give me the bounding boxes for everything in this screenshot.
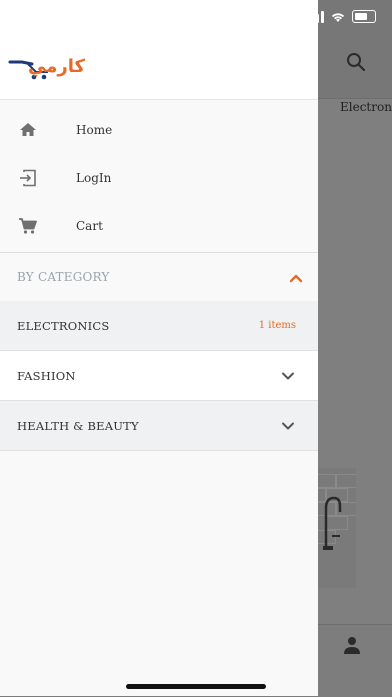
main-menu: Home LogIn Cart	[0, 106, 318, 250]
chevron-down-icon[interactable]	[281, 369, 295, 383]
background-product-image	[318, 468, 356, 588]
background-tab-label[interactable]: Electron	[340, 100, 392, 114]
category-label: FASHION	[17, 369, 76, 383]
menu-item-label: Home	[76, 123, 113, 137]
karmi-logo[interactable]: كارمي	[8, 50, 106, 86]
logo-arabic-text: كارمي	[28, 56, 85, 77]
category-label: HEALTH & BEAUTY	[17, 419, 139, 433]
login-icon	[20, 169, 36, 187]
home-icon	[20, 123, 36, 136]
battery-icon	[352, 10, 376, 23]
wifi-icon	[331, 12, 345, 22]
category-label: ELECTRONICS	[17, 319, 110, 333]
chevron-down-icon[interactable]	[281, 419, 295, 433]
category-item-fashion[interactable]: FASHION	[0, 351, 318, 401]
category-header-label: BY CATEGORY	[17, 270, 110, 284]
home-indicator[interactable]	[126, 684, 266, 689]
menu-item-cart[interactable]: Cart	[0, 202, 318, 250]
menu-item-label: Cart	[76, 219, 103, 233]
background-tab-bar	[318, 624, 392, 697]
search-icon[interactable]	[346, 52, 366, 72]
user-icon[interactable]	[343, 636, 361, 654]
category-section-header[interactable]: BY CATEGORY	[0, 253, 318, 301]
faucet-icon	[323, 496, 342, 550]
category-item-health-beauty[interactable]: HEALTH & BEAUTY	[0, 401, 318, 451]
category-item-electronics[interactable]: ELECTRONICS 1 items	[0, 301, 318, 351]
menu-item-home[interactable]: Home	[0, 106, 318, 154]
status-time: 2:30	[30, 10, 65, 26]
navigation-drawer: 2:30 كارمي Home LogIn Cart BY CATEGORY E…	[0, 0, 318, 696]
menu-item-login[interactable]: LogIn	[0, 154, 318, 202]
cart-icon	[19, 218, 37, 234]
chevron-up-icon	[289, 274, 303, 283]
menu-item-label: LogIn	[76, 171, 112, 185]
drawer-header: 2:30 كارمي	[0, 0, 318, 100]
category-item-count: 1 items	[258, 320, 296, 331]
